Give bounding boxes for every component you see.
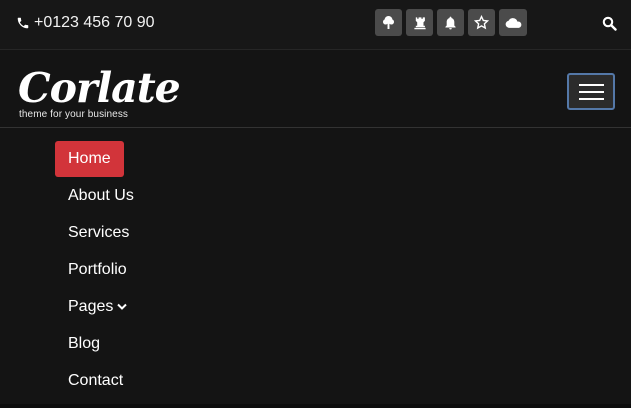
social-links <box>375 9 527 36</box>
social-button-rook[interactable] <box>406 9 433 36</box>
phone-number: +0123 456 70 90 <box>34 14 155 31</box>
bottom-border <box>0 404 631 408</box>
cloud-icon <box>505 17 521 28</box>
header-divider <box>0 127 631 128</box>
menu-toggle-button[interactable] <box>567 73 615 110</box>
main-nav: Home About Us Services Portfolio Pages B… <box>55 140 147 399</box>
nav-label: Portfolio <box>68 260 127 278</box>
hamburger-icon-bar-3 <box>578 97 604 100</box>
nav-link-portfolio[interactable]: Portfolio <box>55 252 140 288</box>
nav-item-about: About Us <box>55 177 147 214</box>
search-icon <box>602 16 617 31</box>
social-button-bell[interactable] <box>437 9 464 36</box>
nav-link-blog[interactable]: Blog <box>55 326 113 362</box>
nav-link-pages[interactable]: Pages <box>55 289 140 325</box>
nav-label: Blog <box>68 334 101 352</box>
chess-rook-icon <box>413 16 426 29</box>
nav-item-services: Services <box>55 214 147 251</box>
nav-item-home: Home <box>55 140 147 177</box>
chevron-down-icon <box>117 303 128 310</box>
nav-label: About Us <box>68 186 134 204</box>
bell-icon <box>445 16 456 29</box>
nav-link-services[interactable]: Services <box>55 215 142 251</box>
nav-label: Pages <box>68 297 114 315</box>
star-icon <box>474 15 489 30</box>
logo-wordmark: Corlate <box>18 64 181 112</box>
hamburger-icon-bar-2 <box>578 90 604 93</box>
site-logo[interactable]: Corlate theme for your business <box>16 64 181 128</box>
nav-item-blog: Blog <box>55 325 147 362</box>
social-button-cloud[interactable] <box>499 9 527 36</box>
phone-contact: +0123 456 70 90 <box>16 13 155 33</box>
search-button[interactable] <box>600 14 618 32</box>
nav-item-portfolio: Portfolio <box>55 251 147 288</box>
nav-link-about[interactable]: About Us <box>55 178 147 214</box>
top-bar: +0123 456 70 90 <box>0 0 631 50</box>
logo-tagline: theme for your business <box>19 109 129 120</box>
nav-label: Home <box>68 149 111 167</box>
nav-label: Services <box>68 223 130 241</box>
phone-icon <box>17 17 29 29</box>
nav-item-pages: Pages <box>55 288 147 325</box>
hamburger-icon-bar-1 <box>578 83 604 86</box>
nav-label: Contact <box>68 371 124 389</box>
nav-link-home[interactable]: Home <box>55 140 124 177</box>
nav-link-contact[interactable]: Contact <box>55 363 136 399</box>
social-button-tree[interactable] <box>375 9 402 36</box>
nav-item-contact: Contact <box>55 362 147 399</box>
social-button-star[interactable] <box>468 9 495 36</box>
tree-icon <box>382 16 395 29</box>
